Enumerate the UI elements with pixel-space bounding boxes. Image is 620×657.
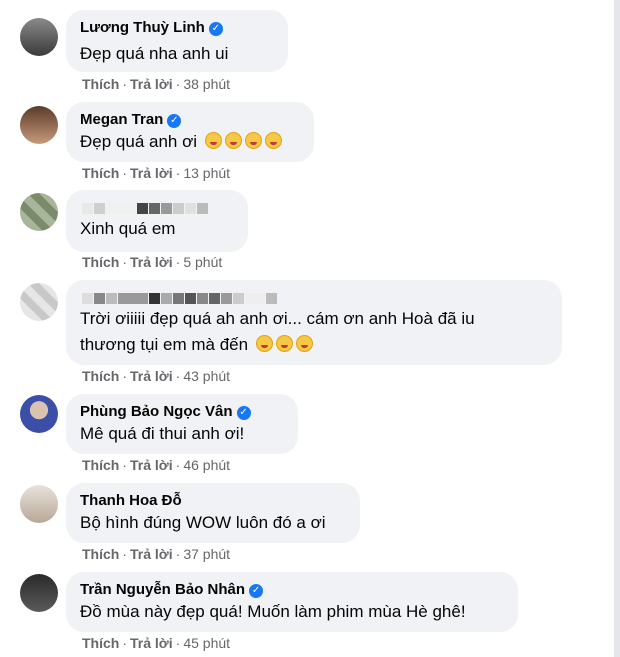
timestamp[interactable]: 43 phút	[183, 368, 230, 384]
avatar[interactable]	[20, 485, 58, 523]
reply-link[interactable]: Trả lời	[130, 76, 173, 92]
comment-actions: Thích · Trả lời · 37 phút	[82, 546, 231, 562]
pleading-face-emoji-icon	[275, 335, 293, 352]
tongue-out-emoji-icon	[244, 132, 262, 149]
tongue-out-emoji-icon	[264, 132, 282, 149]
timestamp[interactable]: 13 phút	[183, 165, 230, 181]
timestamp[interactable]: 46 phút	[183, 457, 230, 473]
comment-text-line-2: thương tụi em mà đến	[80, 330, 313, 359]
page-edge	[614, 0, 620, 657]
comment-bubble: Thanh Hoa Đỗ Bộ hình đúng WOW luôn đó a …	[66, 483, 360, 543]
timestamp[interactable]: 5 phút	[183, 254, 222, 270]
reply-link[interactable]: Trả lời	[130, 165, 173, 181]
reply-link[interactable]: Trả lời	[130, 635, 173, 651]
comment-text: Xinh quá em	[80, 219, 176, 238]
reply-link[interactable]: Trả lời	[130, 457, 173, 473]
comment-text: Bộ hình đúng WOW luôn đó a ơi	[80, 513, 326, 532]
pleading-face-emoji-icon	[255, 335, 273, 352]
comment-bubble: Megan Tran ✓ Đẹp quá anh ơi	[66, 102, 314, 162]
comment-text: Mê quá đi thui anh ơi!	[80, 424, 245, 443]
verified-badge-icon: ✓	[236, 406, 251, 420]
avatar[interactable]	[20, 18, 58, 56]
comment-bubble: Xinh quá em	[66, 190, 248, 252]
comment-actions: Thích · Trả lời · 5 phút	[82, 254, 223, 270]
commenter-name[interactable]: Phùng Bảo Ngọc Vân ✓	[80, 403, 251, 420]
comment-text: Đẹp quá nha anh ui	[80, 44, 229, 63]
like-link[interactable]: Thích	[82, 368, 119, 384]
like-link[interactable]: Thích	[82, 457, 119, 473]
pleading-face-emoji-icon	[295, 335, 313, 352]
timestamp[interactable]: 37 phút	[183, 546, 230, 562]
comment-bubble: Trần Nguyễn Bảo Nhân ✓ Đồ mùa này đẹp quá…	[66, 572, 518, 632]
timestamp[interactable]: 45 phút	[183, 635, 230, 651]
comment-bubble: Lương Thuỳ Linh ✓ Đẹp quá nha anh ui	[66, 10, 288, 72]
comment-text: Đẹp quá anh ơi	[80, 127, 282, 156]
like-link[interactable]: Thích	[82, 635, 119, 651]
like-link[interactable]: Thích	[82, 254, 119, 270]
blurred-name	[82, 201, 209, 215]
reply-link[interactable]: Trả lời	[130, 546, 173, 562]
commenter-name[interactable]: Megan Tran ✓	[80, 111, 182, 128]
comment-actions: Thích · Trả lời · 13 phút	[82, 165, 231, 181]
comment-text: Trời ơiiiii đẹp quá ah anh ơi... cám ơn …	[80, 309, 475, 328]
like-link[interactable]: Thích	[82, 546, 119, 562]
commenter-name[interactable]: Lương Thuỳ Linh ✓	[80, 19, 223, 36]
avatar[interactable]	[20, 106, 58, 144]
commenter-name[interactable]: Thanh Hoa Đỗ	[80, 492, 182, 509]
comment-actions: Thích · Trả lời · 43 phút	[82, 368, 231, 384]
tongue-out-emoji-icon	[224, 132, 242, 149]
timestamp[interactable]: 38 phút	[183, 76, 230, 92]
avatar[interactable]	[20, 395, 58, 433]
avatar-blurred[interactable]	[20, 283, 58, 321]
reply-link[interactable]: Trả lời	[130, 368, 173, 384]
comment-text: Đồ mùa này đẹp quá! Muốn làm phim mùa Hè…	[80, 602, 466, 621]
avatar-blurred[interactable]	[20, 193, 58, 231]
comment-bubble: Trời ơiiiii đẹp quá ah anh ơi... cám ơn …	[66, 280, 562, 365]
comment-bubble: Phùng Bảo Ngọc Vân ✓ Mê quá đi thui anh ơ…	[66, 394, 298, 454]
reply-link[interactable]: Trả lời	[130, 254, 173, 270]
verified-badge-icon: ✓	[167, 114, 182, 128]
verified-badge-icon: ✓	[208, 22, 223, 36]
verified-badge-icon: ✓	[249, 584, 264, 598]
comment-actions: Thích · Trả lời · 38 phút	[82, 76, 231, 92]
tongue-out-emoji-icon	[204, 132, 222, 149]
like-link[interactable]: Thích	[82, 165, 119, 181]
blurred-name	[82, 291, 278, 305]
comment-actions: Thích · Trả lời · 45 phút	[82, 635, 231, 651]
commenter-name[interactable]: Trần Nguyễn Bảo Nhân ✓	[80, 581, 264, 598]
avatar[interactable]	[20, 574, 58, 612]
like-link[interactable]: Thích	[82, 76, 119, 92]
comment-actions: Thích · Trả lời · 46 phút	[82, 457, 231, 473]
